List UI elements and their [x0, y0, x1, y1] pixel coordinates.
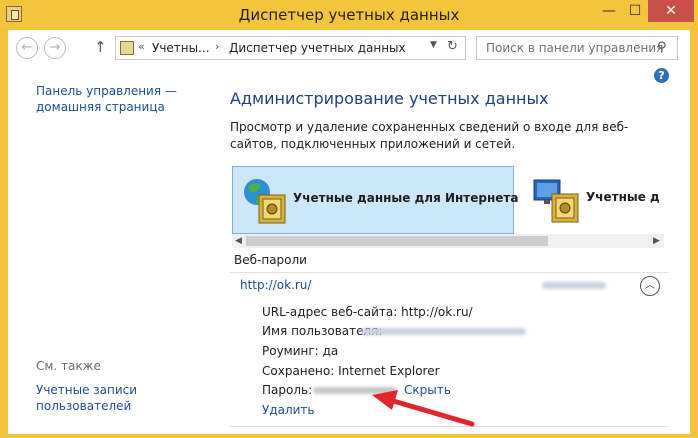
control-panel-home-link[interactable]: Панель управления — домашняя страница	[36, 83, 186, 115]
red-arrow-annotation	[372, 390, 475, 427]
window-client: ← → ↑ « Учетны... › Диспетчер учетных да…	[8, 30, 690, 434]
blurred-username	[362, 328, 526, 335]
blurred-username-summary	[542, 282, 606, 289]
up-button[interactable]: ↑	[94, 38, 107, 56]
divider	[230, 272, 668, 273]
globe-vault-icon	[244, 179, 286, 224]
maximize-button[interactable]: ☐	[622, 0, 648, 22]
web-credentials-card[interactable]: Учетные данные для Интернета	[232, 166, 518, 234]
forward-button[interactable]: →	[44, 37, 66, 59]
address-bar[interactable]: « Учетны... › Диспетчер учетных данных ▼…	[115, 36, 466, 60]
web-passwords-heading: Веб-пароли	[234, 253, 307, 267]
address-dropdown-icon[interactable]: ▼	[430, 40, 437, 50]
navigation-bar: ← → ↑ « Учетны... › Диспетчер учетных да…	[8, 30, 690, 66]
url-value: http://ok.ru/	[401, 305, 473, 319]
control-panel-icon	[120, 41, 134, 55]
saved-label: Сохранено:	[262, 364, 335, 378]
back-button[interactable]: ←	[16, 37, 38, 59]
collapse-entry-button[interactable]: ︿	[640, 276, 660, 296]
title-bar: Диспетчер учетных данных — ☐ ✕	[0, 0, 698, 30]
breadcrumb-accounts[interactable]: Учетны...	[152, 41, 210, 55]
search-box[interactable]: Поиск в панели управления ⚲	[476, 36, 678, 60]
roaming-label: Роуминг:	[262, 344, 319, 358]
monitor-vault-icon	[533, 179, 579, 223]
search-input[interactable]: Поиск в панели управления	[486, 41, 663, 55]
url-label: URL-адрес веб-сайта:	[262, 305, 398, 319]
window-title: Диспетчер учетных данных	[238, 6, 460, 24]
help-icon[interactable]: ?	[654, 68, 669, 83]
detail-password-row: Пароль:	[262, 383, 312, 397]
web-credentials-label: Учетные данные для Интернета	[293, 191, 519, 205]
search-icon[interactable]: ⚲	[657, 40, 667, 55]
credential-type-selector: Учетные данные для Интернета Учетные д	[232, 166, 664, 234]
see-also-label: См. также	[36, 359, 101, 373]
password-label: Пароль:	[262, 383, 313, 397]
breadcrumb-credential-manager[interactable]: Диспетчер учетных данных	[229, 41, 406, 55]
scroll-left-icon[interactable]: ◀	[235, 234, 242, 248]
detail-url-row: URL-адрес веб-сайта: http://ok.ru/	[262, 305, 473, 319]
roaming-value: да	[322, 344, 339, 358]
saved-value: Internet Explorer	[338, 364, 440, 378]
breadcrumb-separator[interactable]: ›	[215, 40, 219, 53]
refresh-icon[interactable]: ↻	[447, 39, 458, 54]
credential-entry-url[interactable]: http://ok.ru/	[240, 278, 311, 292]
horizontal-scrollbar[interactable]: ◀ ▶	[232, 234, 664, 248]
close-button[interactable]: ✕	[648, 0, 694, 22]
windows-credentials-card[interactable]: Учетные д	[532, 166, 664, 234]
scrollbar-thumb[interactable]	[246, 236, 548, 246]
page-description: Просмотр и удаление сохраненных сведений…	[230, 120, 629, 151]
scroll-right-icon[interactable]: ▶	[653, 234, 660, 248]
detail-saved-row: Сохранено: Internet Explorer	[262, 364, 440, 378]
delete-credential-link[interactable]: Удалить	[262, 403, 315, 417]
page-title: Администрирование учетных данных	[230, 89, 549, 108]
user-accounts-link[interactable]: Учетные записи пользователей	[36, 382, 166, 414]
breadcrumb-overflow[interactable]: «	[138, 40, 145, 53]
minimize-button[interactable]: —	[596, 0, 622, 22]
detail-roaming-row: Роуминг: да	[262, 344, 338, 358]
windows-credentials-label: Учетные д	[586, 190, 660, 204]
